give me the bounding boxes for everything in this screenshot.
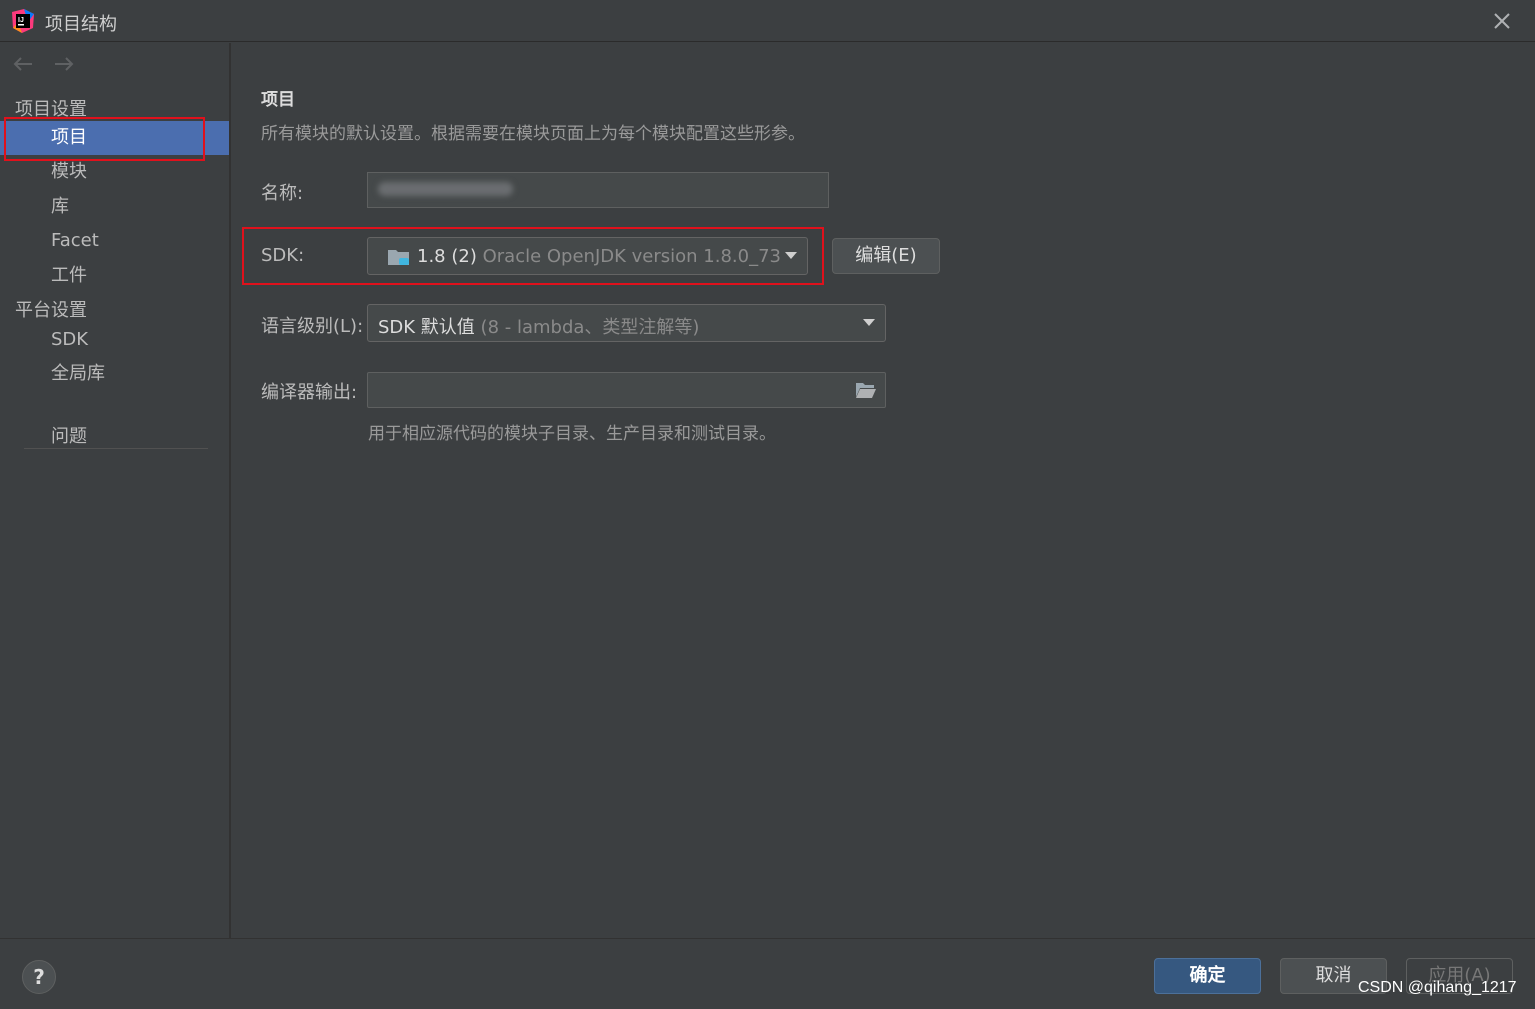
compiler-output-field[interactable] bbox=[367, 372, 886, 408]
compiler-output-label: 编译器输出: bbox=[261, 382, 358, 403]
edit-sdk-button[interactable]: 编辑(E) bbox=[832, 238, 940, 274]
sidebar-item-project[interactable]: 项目 bbox=[0, 121, 229, 155]
intellij-idea-icon: IJ bbox=[12, 9, 34, 33]
sidebar-item-sdk[interactable]: SDK bbox=[0, 323, 229, 357]
sidebar-item-libraries[interactable]: 库 bbox=[0, 190, 229, 224]
sidebar-item-global-libraries[interactable]: 全局库 bbox=[0, 357, 229, 391]
name-label: 名称: bbox=[261, 183, 304, 204]
window-title: 项目结构 bbox=[45, 14, 117, 35]
sidebar-item-problems[interactable]: 问题 bbox=[0, 420, 229, 454]
name-value-redacted bbox=[378, 182, 513, 196]
language-level-value-detail: (8 - lambda、类型注解等) bbox=[480, 317, 700, 338]
svg-text:IJ: IJ bbox=[18, 17, 24, 24]
chevron-down-icon bbox=[863, 319, 875, 326]
sdk-value-main: 1.8 (2) bbox=[417, 246, 477, 267]
main-panel: 项目 所有模块的默认设置。根据需要在模块页面上为每个模块配置这些形参。 名称: … bbox=[231, 43, 1535, 938]
group-project-settings: 项目设置 bbox=[15, 99, 87, 120]
sidebar-item-artifacts[interactable]: 工件 bbox=[0, 259, 229, 293]
sdk-select[interactable]: 1.8 (2) Oracle OpenJDK version 1.8.0_73 bbox=[367, 237, 808, 275]
arrow-left-icon[interactable] bbox=[12, 55, 34, 73]
watermark: CSDN @qihang_1217 bbox=[1358, 979, 1517, 996]
ok-button[interactable]: 确定 bbox=[1154, 958, 1261, 994]
language-level-label: 语言级别(L): bbox=[261, 316, 364, 337]
sdk-label: SDK: bbox=[261, 245, 305, 266]
name-field[interactable] bbox=[367, 172, 829, 208]
language-level-select[interactable]: SDK 默认值 (8 - lambda、类型注解等) bbox=[367, 304, 886, 342]
dialog-footer: ? 确定 取消 应用(A) CSDN @qihang_1217 bbox=[0, 938, 1535, 1009]
folder-open-icon[interactable] bbox=[855, 381, 877, 399]
page-description: 所有模块的默认设置。根据需要在模块页面上为每个模块配置这些形参。 bbox=[261, 124, 805, 144]
close-icon[interactable] bbox=[1491, 10, 1513, 32]
page-title: 项目 bbox=[261, 90, 295, 110]
nav-arrows bbox=[12, 55, 89, 77]
sidebar-item-facets[interactable]: Facet bbox=[0, 224, 229, 258]
group-platform-settings: 平台设置 bbox=[15, 300, 87, 321]
language-level-value-main: SDK 默认值 bbox=[378, 317, 475, 338]
folder-jdk-icon bbox=[388, 250, 409, 265]
arrow-right-icon[interactable] bbox=[53, 55, 75, 73]
sidebar-item-modules[interactable]: 模块 bbox=[0, 155, 229, 189]
chevron-down-icon bbox=[785, 252, 797, 259]
sidebar: 项目设置 项目 模块 库 Facet 工件 平台设置 SDK 全局库 问题 bbox=[0, 43, 231, 938]
help-button[interactable]: ? bbox=[22, 960, 56, 994]
compiler-output-hint: 用于相应源代码的模块子目录、生产目录和测试目录。 bbox=[368, 424, 776, 444]
title-bar: IJ 项目结构 bbox=[0, 0, 1535, 42]
sdk-value-detail: Oracle OpenJDK version 1.8.0_73 bbox=[482, 246, 782, 267]
